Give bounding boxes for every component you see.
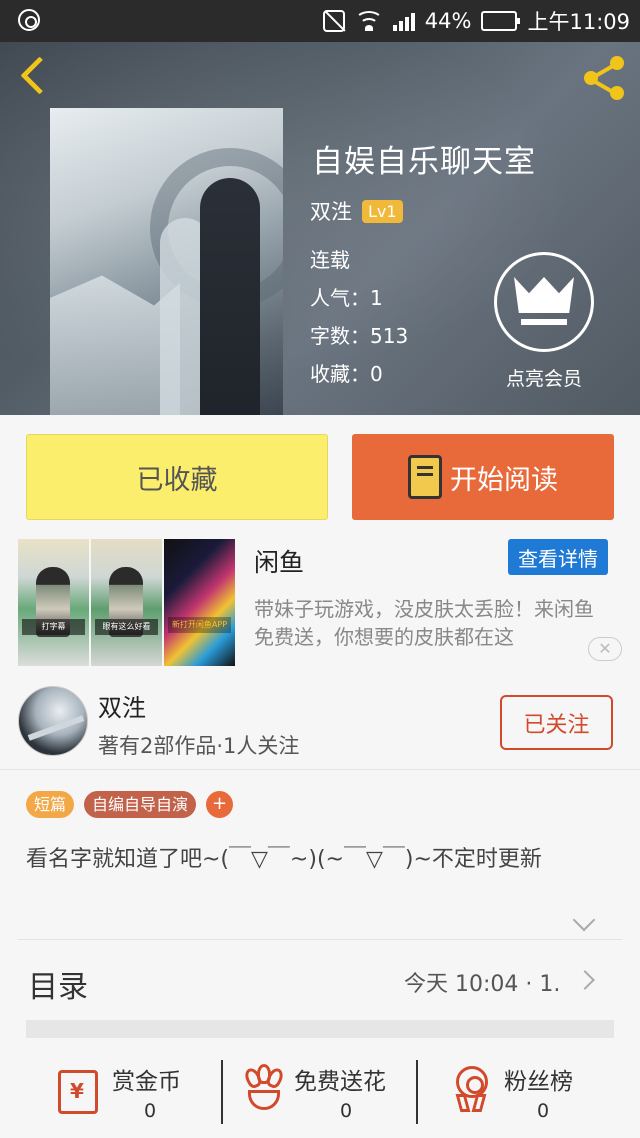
- book-popularity: 人气：1: [310, 286, 383, 310]
- book-word-count: 字数：513: [310, 324, 409, 348]
- ad-thumbnail[interactable]: 新打开闲鱼APP: [164, 539, 235, 666]
- battery-icon: [481, 11, 521, 31]
- medal-icon[interactable]: [452, 1066, 492, 1114]
- toc-title: 目录: [28, 970, 88, 1005]
- author-stats: 著有2部作品·1人关注: [98, 734, 300, 758]
- divider: [221, 1060, 223, 1124]
- follow-button[interactable]: 已关注: [500, 695, 613, 750]
- vip-crown-button[interactable]: [494, 252, 594, 352]
- reward-coin-label[interactable]: 赏金币: [112, 1062, 181, 1096]
- ad-thumbnail[interactable]: 打字幕: [18, 539, 89, 666]
- author-row: 双泩 Lv1: [310, 196, 403, 226]
- avatar[interactable]: [18, 686, 88, 756]
- book-icon: [408, 455, 442, 499]
- signal-icon: [392, 11, 415, 31]
- clock: 上午11:09: [527, 10, 630, 34]
- divider: [416, 1060, 418, 1124]
- vibrate-off-icon: [322, 10, 345, 32]
- book-title: 自娱自乐聊天室: [312, 144, 536, 180]
- action-row: 已收藏 开始阅读: [0, 415, 640, 535]
- book-header: 自娱自乐聊天室 双泩 Lv1 连载 人气：1 字数：513 收藏：0 点亮会员: [0, 42, 640, 415]
- book-status: 连载: [310, 248, 350, 272]
- app-notification-icon: [18, 9, 40, 31]
- reward-coin-icon[interactable]: [58, 1070, 98, 1114]
- status-bar: 44% 上午11:09: [0, 0, 640, 42]
- wifi-icon: [354, 11, 383, 31]
- section-divider: [26, 1020, 614, 1038]
- flower-icon[interactable]: [242, 1064, 286, 1112]
- toc-latest-update: 今天 10:04 · 1.: [404, 972, 561, 997]
- ad-banner[interactable]: 打字幕 眼有这么好看 新打开闲鱼APP 闲鱼 查看详情 带妹子玩游戏，没皮肤太丢…: [0, 535, 640, 670]
- fan-ranking-count: 0: [537, 1100, 550, 1122]
- send-flower-count: 0: [340, 1100, 353, 1122]
- ad-view-details-button[interactable]: 查看详情: [508, 539, 608, 575]
- tag-genre[interactable]: 自编自导自演: [84, 791, 197, 818]
- tag-short[interactable]: 短篇: [26, 791, 75, 818]
- share-icon[interactable]: [580, 54, 628, 102]
- chevron-right-icon: [575, 970, 595, 990]
- ad-close-icon[interactable]: ✕: [588, 637, 622, 661]
- author-name[interactable]: 双泩: [98, 688, 146, 723]
- book-cover-image[interactable]: [50, 108, 283, 415]
- ad-thumbnail-caption: 眼有这么好看: [95, 619, 158, 635]
- ad-title[interactable]: 闲鱼: [254, 543, 304, 579]
- vip-label[interactable]: 点亮会员: [494, 364, 594, 391]
- status-icons: 44% 上午11:09: [322, 6, 630, 36]
- book-author[interactable]: 双泩: [310, 196, 352, 226]
- collect-button[interactable]: 已收藏: [26, 434, 328, 520]
- table-of-contents-row[interactable]: 目录 今天 10:04 · 1.: [0, 940, 640, 1022]
- bottom-action-bar: 赏金币 0 免费送花 0 粉丝榜 0: [0, 1038, 640, 1138]
- send-flower-label[interactable]: 免费送花: [294, 1062, 386, 1096]
- ad-description[interactable]: 带妹子玩游戏，没皮肤太丢脸！来闲鱼免费送，你想要的皮肤都在这: [254, 595, 608, 651]
- start-reading-label: 开始阅读: [450, 464, 558, 496]
- author-card[interactable]: 双泩 著有2部作品·1人关注 已关注: [0, 670, 640, 770]
- crown-icon: [514, 277, 574, 313]
- book-favorites: 收藏：0: [310, 362, 383, 386]
- synopsis[interactable]: 看名字就知道了吧~(￣▽￣~)(~￣▽￣)~不定时更新: [26, 846, 616, 874]
- reward-coin-count: 0: [144, 1100, 157, 1122]
- chevron-down-icon[interactable]: [572, 908, 596, 932]
- back-button[interactable]: [14, 56, 54, 100]
- tag-list: 短篇 自编自导自演 +: [26, 791, 234, 818]
- battery-percent: 44%: [424, 9, 472, 33]
- add-tag-button[interactable]: +: [206, 791, 234, 818]
- start-reading-button[interactable]: 开始阅读: [352, 434, 614, 520]
- ad-thumbnail[interactable]: 眼有这么好看: [91, 539, 162, 666]
- ad-thumbnail-caption: 打字幕: [22, 619, 85, 635]
- ad-thumbnail-caption: 新打开闲鱼APP: [168, 617, 231, 633]
- level-badge: Lv1: [362, 199, 403, 223]
- fan-ranking-label[interactable]: 粉丝榜: [504, 1062, 573, 1096]
